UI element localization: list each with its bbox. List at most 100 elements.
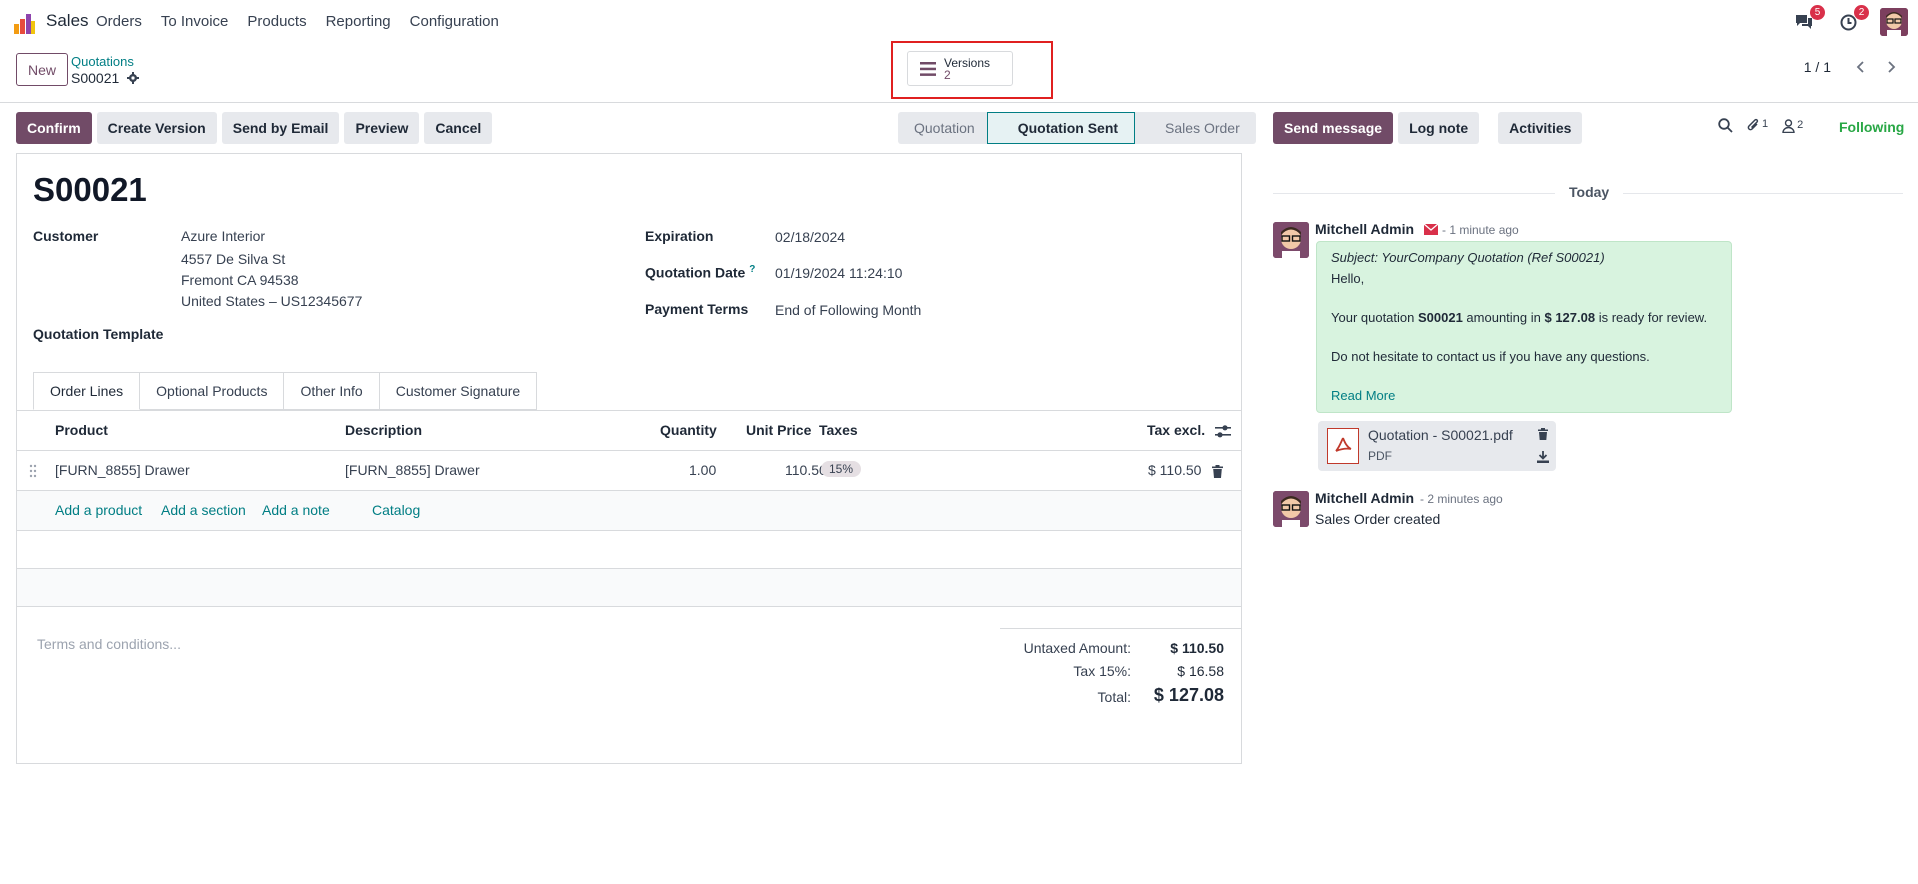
line-quantity[interactable]: 1.00: [689, 462, 716, 478]
tab-order-lines[interactable]: Order Lines: [33, 372, 141, 410]
message-body: Sales Order created: [1315, 511, 1441, 527]
send-message-button[interactable]: Send message: [1273, 112, 1394, 144]
table-row[interactable]: [FURN_8855] Drawer [FURN_8855] Drawer 1.…: [17, 451, 1241, 491]
user-avatar[interactable]: [1880, 8, 1908, 36]
app-name[interactable]: Sales: [46, 11, 89, 31]
sales-app-icon[interactable]: [14, 12, 36, 34]
add-section-link[interactable]: Add a section: [161, 502, 246, 518]
gear-icon[interactable]: [127, 72, 140, 84]
message-body-mid: amounting in: [1462, 310, 1545, 325]
message-body-amount: $ 127.08: [1544, 310, 1596, 325]
column-quantity[interactable]: Quantity: [660, 422, 717, 438]
line-product[interactable]: [FURN_8855] Drawer: [55, 462, 190, 478]
menu-configuration[interactable]: Configuration: [410, 13, 499, 30]
tab-optional-products[interactable]: Optional Products: [140, 372, 285, 410]
column-product[interactable]: Product: [55, 422, 108, 438]
messages-icon[interactable]: 5: [1792, 5, 1825, 34]
column-taxes[interactable]: Taxes: [819, 422, 858, 438]
total-value: $ 127.08: [1153, 685, 1224, 705]
breadcrumb-quotations[interactable]: Quotations: [71, 54, 134, 69]
followers-button[interactable]: 2: [1782, 119, 1803, 133]
tab-customer-signature[interactable]: Customer Signature: [379, 372, 538, 410]
add-product-link[interactable]: Add a product: [55, 502, 142, 518]
read-more-link[interactable]: Read More: [1331, 388, 1395, 403]
menu-reporting[interactable]: Reporting: [326, 13, 391, 30]
pager-previous-button[interactable]: [1846, 53, 1874, 81]
customer-name[interactable]: Azure Interior: [181, 228, 265, 244]
message-greeting: Hello,: [1331, 271, 1365, 286]
message-time: - 1 minute ago: [1442, 223, 1519, 237]
column-unit-price[interactable]: Unit Price: [746, 422, 811, 438]
column-settings-icon[interactable]: [1215, 424, 1231, 438]
avatar[interactable]: [1273, 222, 1309, 258]
message-author[interactable]: Mitchell Admin: [1315, 221, 1414, 237]
versions-button[interactable]: Versions 2: [907, 51, 1013, 86]
order-lines-header: Product Description Quantity Unit Price …: [17, 411, 1241, 451]
help-tooltip-icon[interactable]: ?: [749, 264, 755, 275]
message-contact: Do not hesitate to contact us if you hav…: [1331, 349, 1650, 364]
message-body: Your quotation S00021 amounting in $ 127…: [1331, 310, 1707, 325]
button-gap: [1484, 112, 1493, 144]
attachment-name[interactable]: Quotation - S00021.pdf: [1368, 427, 1513, 443]
delete-attachment-trash-icon[interactable]: [1538, 428, 1548, 440]
attachment-card[interactable]: Quotation - S00021.pdf PDF: [1318, 421, 1556, 471]
catalog-link[interactable]: Catalog: [372, 502, 420, 518]
create-version-button[interactable]: Create Version: [96, 112, 217, 144]
column-tax-excl[interactable]: Tax excl.: [1147, 422, 1205, 438]
stage-quotation-sent[interactable]: Quotation Sent: [986, 112, 1136, 144]
activities-clock-icon[interactable]: 2: [1836, 5, 1869, 34]
breadcrumb-current-label: S00021: [71, 70, 120, 86]
log-note-button[interactable]: Log note: [1398, 112, 1480, 144]
download-icon[interactable]: [1537, 451, 1549, 463]
line-tax-badge[interactable]: 15%: [821, 461, 862, 477]
confirm-button[interactable]: Confirm: [16, 112, 92, 144]
customer-country: United States – US12345677: [181, 293, 363, 309]
notebook-tabs: Order Lines Optional Products Other Info…: [33, 372, 538, 410]
messages-badge: 5: [1810, 5, 1825, 20]
message-author[interactable]: Mitchell Admin: [1315, 490, 1414, 506]
send-by-email-button[interactable]: Send by Email: [221, 112, 340, 144]
message-bubble: Subject: YourCompany Quotation (Ref S000…: [1316, 241, 1732, 413]
following-button[interactable]: Following: [1839, 119, 1904, 135]
chevron-right-icon: [1888, 61, 1896, 73]
tab-other-info[interactable]: Other Info: [284, 372, 380, 410]
activities-button[interactable]: Activities: [1498, 112, 1583, 144]
preview-button[interactable]: Preview: [344, 112, 420, 144]
customer-street: 4557 De Silva St: [181, 251, 286, 267]
search-icon[interactable]: [1718, 118, 1733, 133]
tax-label: Tax 15%:: [1073, 663, 1131, 679]
cancel-button[interactable]: Cancel: [424, 112, 493, 144]
menu-orders[interactable]: Orders: [96, 13, 142, 30]
total-label: Total:: [1097, 689, 1131, 705]
avatar[interactable]: [1273, 491, 1309, 527]
pager-value[interactable]: 1 / 1: [1804, 59, 1831, 75]
expiration-label: Expiration: [645, 228, 714, 244]
delete-line-trash-icon[interactable]: [1212, 465, 1223, 478]
new-button[interactable]: New: [16, 53, 69, 86]
terms-conditions-field[interactable]: Terms and conditions...: [37, 636, 181, 652]
menu-to-invoice[interactable]: To Invoice: [161, 13, 229, 30]
pager-next-button[interactable]: [1878, 53, 1906, 81]
customer-label: Customer: [33, 228, 99, 244]
attachments-count: 1: [1762, 118, 1769, 130]
drag-handle-icon[interactable]: [29, 464, 37, 478]
hamburger-icon: [920, 61, 936, 76]
paperclip-icon: [1747, 118, 1759, 131]
versions-label: Versions: [944, 55, 991, 70]
empty-row: [17, 531, 1241, 569]
quotation-date-field[interactable]: 01/19/2024 11:24:10: [775, 265, 902, 281]
menu-products[interactable]: Products: [247, 13, 306, 30]
stage-quotation[interactable]: Quotation: [898, 112, 987, 144]
chevron-left-icon: [1856, 61, 1864, 73]
payment-terms-label: Payment Terms: [645, 301, 749, 317]
payment-terms-field[interactable]: End of Following Month: [775, 302, 921, 318]
stage-sales-order[interactable]: Sales Order: [1135, 112, 1256, 144]
versions-count: 2: [944, 67, 951, 82]
column-description[interactable]: Description: [345, 422, 422, 438]
attachments-button[interactable]: 1: [1747, 118, 1768, 133]
message-body-pre: Your quotation: [1331, 310, 1418, 325]
attachment-type: PDF: [1368, 449, 1392, 463]
add-note-link[interactable]: Add a note: [262, 502, 330, 518]
expiration-field[interactable]: 02/18/2024: [775, 229, 845, 245]
line-description[interactable]: [FURN_8855] Drawer: [345, 462, 480, 478]
